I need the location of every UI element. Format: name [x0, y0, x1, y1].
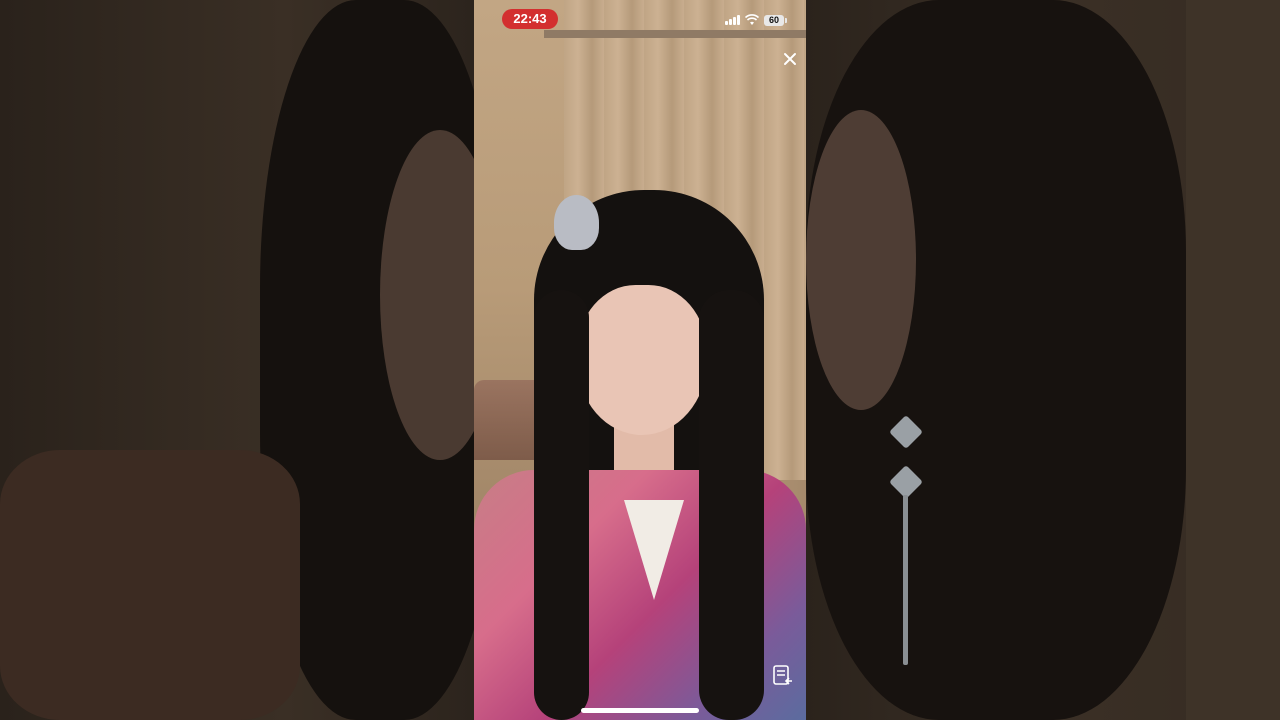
wifi-icon	[745, 14, 759, 25]
home-indicator[interactable]	[581, 708, 699, 713]
live-video-screen: 22:43 60	[474, 0, 806, 720]
person-hair-right	[699, 290, 764, 720]
status-bar: 22:43 60	[474, 0, 806, 40]
person-hair-left	[534, 290, 589, 720]
video-stage: 22:43 60	[0, 0, 1280, 720]
blurred-background-left	[0, 0, 474, 720]
picture-in-picture-icon	[773, 665, 792, 685]
blurred-background-right	[806, 0, 1280, 720]
battery-icon: 60	[764, 14, 787, 26]
picture-in-picture-button[interactable]	[772, 664, 794, 688]
status-icons: 60	[725, 11, 787, 29]
close-button[interactable]	[780, 50, 800, 70]
close-icon	[784, 53, 796, 65]
hair-clip	[554, 195, 599, 250]
signal-icon	[725, 15, 740, 25]
person-face	[577, 285, 707, 435]
status-time: 22:43	[502, 9, 558, 29]
